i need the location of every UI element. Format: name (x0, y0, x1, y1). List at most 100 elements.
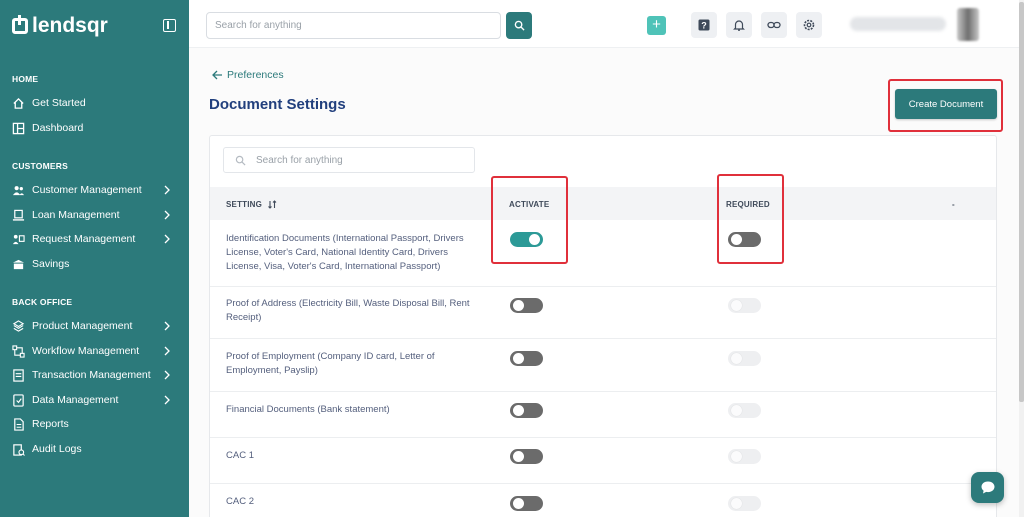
bell-icon (733, 20, 745, 31)
request-icon (12, 233, 25, 246)
transaction-icon (12, 368, 25, 382)
dashboard-icon (12, 122, 25, 135)
setting-label: Proof of Address (Electricity Bill, Wast… (226, 298, 470, 323)
sidebar-item-get-started[interactable]: Get Started (12, 94, 177, 112)
chevron-right-icon (163, 370, 171, 383)
chevron-right-icon (163, 185, 171, 198)
activate-toggle[interactable] (510, 351, 543, 366)
create-document-button[interactable]: Create Document (895, 89, 997, 119)
chevron-right-icon (163, 346, 171, 359)
link-button[interactable] (761, 12, 787, 38)
users-icon (12, 184, 25, 197)
settings-button[interactable] (796, 12, 822, 38)
link-icon (767, 21, 781, 29)
avatar[interactable] (957, 8, 979, 41)
global-search-input[interactable]: Search for anything (206, 12, 501, 39)
table-search-input[interactable]: Search for anything (223, 147, 475, 173)
sidebar-item-data-management[interactable]: Data Management (12, 391, 177, 409)
home-icon (12, 97, 25, 110)
sort-icon[interactable] (268, 200, 277, 209)
sidebar-item-label: Customer Management (32, 184, 142, 196)
page-scrollbar-thumb[interactable] (1019, 2, 1024, 402)
breadcrumb[interactable]: Preferences (212, 69, 284, 81)
required-toggle[interactable] (728, 232, 761, 247)
section-title-back-office: BACK OFFICE (12, 297, 73, 307)
brand-name: lendsqr (32, 14, 108, 37)
sidebar-item-savings[interactable]: Savings (12, 255, 177, 273)
activate-toggle[interactable] (510, 496, 543, 511)
chevron-right-icon (163, 210, 171, 223)
workflow-icon (12, 344, 25, 358)
search-button[interactable] (506, 12, 532, 39)
sidebar-item-audit-logs[interactable]: Audit Logs (12, 440, 177, 458)
page-title: Document Settings (209, 96, 346, 113)
breadcrumb-label: Preferences (227, 69, 284, 81)
data-icon (12, 393, 25, 407)
sidebar-item-label: Transaction Management (32, 369, 151, 381)
required-toggle (728, 351, 761, 366)
arrow-left-icon (212, 70, 222, 80)
sidebar-item-dashboard[interactable]: Dashboard (12, 119, 177, 137)
savings-icon (12, 258, 25, 271)
setting-label: Identification Documents (International … (226, 233, 464, 272)
sidebar-item-label: Audit Logs (32, 443, 82, 455)
table-row: Proof of Address (Electricity Bill, Wast… (210, 287, 996, 339)
user-name[interactable] (850, 17, 946, 31)
required-toggle (728, 298, 761, 313)
activate-toggle[interactable] (510, 232, 543, 247)
column-header-required: REQUIRED (726, 200, 770, 209)
column-header-activate: ACTIVATE (509, 200, 550, 209)
loan-icon (12, 209, 25, 222)
reports-icon (12, 417, 25, 431)
chat-button[interactable] (971, 472, 1004, 503)
setting-label: Proof of Employment (Company ID card, Le… (226, 351, 435, 376)
audit-icon (12, 443, 25, 456)
chevron-right-icon (163, 234, 171, 247)
help-button[interactable]: ? (691, 12, 717, 38)
brand-logo[interactable]: lendsqr (12, 14, 108, 38)
section-title-home: HOME (12, 74, 39, 84)
required-toggle (728, 449, 761, 464)
column-header-extra: - (952, 200, 955, 209)
table-row: CAC 1 (210, 438, 996, 484)
product-icon (12, 319, 25, 333)
sidebar-item-loan-management[interactable]: Loan Management (12, 206, 177, 224)
sidebar-collapse-icon[interactable] (163, 19, 176, 32)
setting-label: Financial Documents (Bank statement) (226, 404, 390, 415)
required-toggle (728, 403, 761, 418)
chevron-right-icon (163, 395, 171, 408)
column-header-setting[interactable]: SETTING (226, 200, 277, 209)
activate-toggle[interactable] (510, 449, 543, 464)
activate-toggle[interactable] (510, 298, 543, 313)
chevron-right-icon (163, 321, 171, 334)
setting-label: CAC 2 (226, 496, 254, 507)
sidebar-item-label: Request Management (32, 233, 136, 245)
search-icon (235, 155, 246, 166)
chat-icon (981, 481, 994, 494)
sidebar-item-customer-management[interactable]: Customer Management (12, 181, 177, 199)
add-button[interactable]: + (647, 16, 666, 35)
sidebar-item-transaction-management[interactable]: Transaction Management (12, 366, 177, 384)
help-icon: ? (698, 19, 710, 31)
table-row: Financial Documents (Bank statement) (210, 392, 996, 438)
notifications-button[interactable] (726, 12, 752, 38)
table-row: Proof of Employment (Company ID card, Le… (210, 339, 996, 392)
table-row: Identification Documents (International … (210, 220, 996, 287)
document-settings-table: Search for anything SETTING ACTIVATE REQ… (209, 135, 997, 517)
search-icon (514, 20, 525, 31)
column-header-label: SETTING (226, 200, 263, 209)
activate-toggle[interactable] (510, 403, 543, 418)
table-row: CAC 2 (210, 484, 996, 517)
sidebar-item-label: Loan Management (32, 209, 120, 221)
required-toggle (728, 496, 761, 511)
sidebar-item-request-management[interactable]: Request Management (12, 230, 177, 248)
logo-icon (12, 15, 28, 34)
sidebar-item-workflow-management[interactable]: Workflow Management (12, 342, 177, 360)
sidebar-item-label: Dashboard (32, 122, 84, 134)
sidebar-item-reports[interactable]: Reports (12, 415, 177, 433)
sidebar-item-label: Savings (32, 258, 70, 270)
table-search-placeholder: Search for anything (256, 155, 343, 166)
svg-text:?: ? (701, 21, 707, 31)
sidebar-item-product-management[interactable]: Product Management (12, 317, 177, 335)
sidebar-item-label: Data Management (32, 394, 119, 406)
